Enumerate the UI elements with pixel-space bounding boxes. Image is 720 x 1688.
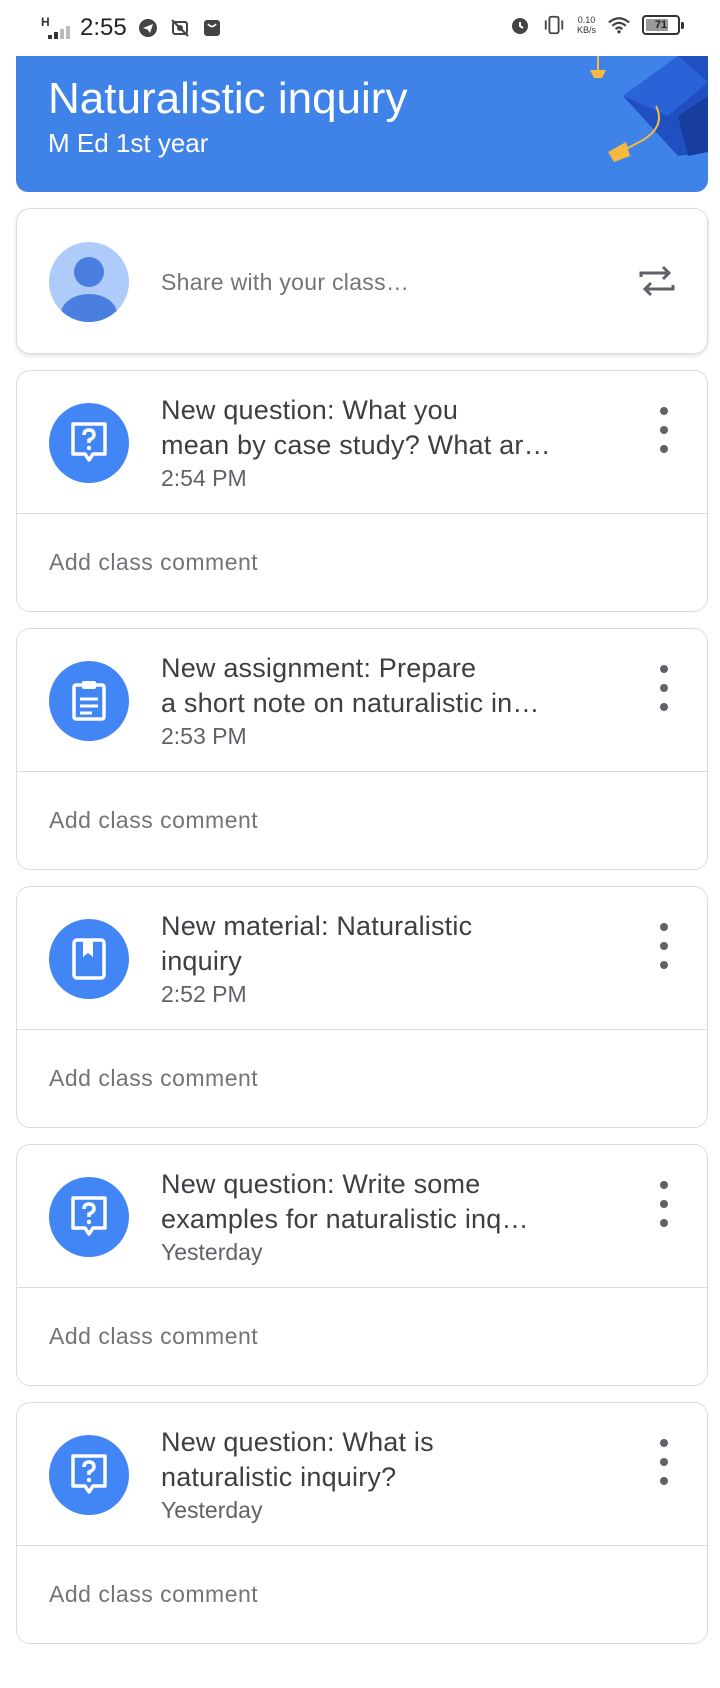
assignment-icon — [49, 661, 129, 741]
telegram-icon — [137, 17, 159, 39]
card-title-line: New assignment: Prepare — [161, 653, 477, 683]
card-title-line: New question: What you — [161, 395, 459, 425]
card-title: New assignment: Prepare a short note on … — [161, 651, 591, 721]
add-comment-button[interactable]: Add class comment — [49, 1323, 258, 1350]
graduation-cap-icon — [590, 56, 708, 162]
stream-card-question[interactable]: New question: What you mean by case stud… — [16, 370, 708, 612]
card-time: 2:54 PM — [161, 465, 247, 491]
divider — [17, 1545, 707, 1546]
speed-unit: KB/s — [576, 25, 596, 35]
network-speed: 0.10 KB/s — [577, 15, 596, 35]
card-title-line: naturalistic inquiry? — [161, 1462, 397, 1492]
add-comment-button[interactable]: Add class comment — [49, 549, 258, 576]
stream-card-question[interactable]: New question: Write some examples for na… — [16, 1144, 708, 1386]
question-icon — [49, 1177, 129, 1257]
more-options-icon[interactable] — [657, 923, 671, 969]
card-title-line: mean by case study? What ar… — [161, 430, 551, 460]
card-title: New question: Write some examples for na… — [161, 1167, 591, 1237]
add-comment-button[interactable]: Add class comment — [49, 807, 258, 834]
shopping-bag-icon — [201, 17, 223, 39]
card-title: New question: What you mean by case stud… — [161, 393, 591, 463]
alarm-icon — [509, 14, 531, 36]
card-title-line: a short note on naturalistic in… — [161, 688, 540, 718]
screenshot-off-icon — [169, 17, 191, 39]
stream-card-material[interactable]: New material: Naturalistic inquiry 2:52 … — [16, 886, 708, 1128]
share-box[interactable]: Share with your class… — [16, 208, 708, 354]
question-icon — [49, 403, 129, 483]
card-title: New question: What is naturalistic inqui… — [161, 1425, 591, 1495]
card-time: 2:52 PM — [161, 981, 247, 1007]
card-title-line: examples for naturalistic inq… — [161, 1204, 529, 1234]
class-title: Naturalistic inquiry — [48, 74, 408, 123]
question-icon — [49, 1435, 129, 1515]
more-options-icon[interactable] — [657, 665, 671, 711]
share-input[interactable]: Share with your class… — [161, 269, 409, 296]
signal-icon: H — [40, 15, 70, 41]
card-time: 2:53 PM — [161, 723, 247, 749]
class-section: M Ed 1st year — [48, 128, 209, 158]
stream-card-assignment[interactable]: New assignment: Prepare a short note on … — [16, 628, 708, 870]
speed-value: 0.10 — [577, 15, 596, 25]
divider — [17, 771, 707, 772]
person-icon — [61, 257, 117, 322]
status-bar: H 2:55 0.10 KB/s 71 — [0, 0, 720, 56]
battery-level: 71 — [654, 19, 668, 31]
status-bar-right: 0.10 KB/s 71 — [509, 14, 684, 36]
battery-icon: 71 — [642, 15, 684, 35]
status-time: 2:55 — [80, 14, 127, 41]
card-title-line: New question: What is — [161, 1427, 434, 1457]
card-title-line: New material: Naturalistic — [161, 911, 473, 941]
card-title-line: inquiry — [161, 946, 242, 976]
add-comment-button[interactable]: Add class comment — [49, 1581, 258, 1608]
card-title-line: New question: Write some — [161, 1169, 481, 1199]
more-options-icon[interactable] — [657, 1439, 671, 1485]
card-time: Yesterday — [161, 1497, 263, 1523]
card-title: New material: Naturalistic inquiry — [161, 909, 591, 979]
more-options-icon[interactable] — [657, 407, 671, 453]
divider — [17, 1287, 707, 1288]
more-options-icon[interactable] — [657, 1181, 671, 1227]
card-time: Yesterday — [161, 1239, 263, 1265]
vibrate-icon — [543, 14, 565, 36]
class-banner[interactable]: Naturalistic inquiry M Ed 1st year — [16, 56, 708, 192]
avatar — [49, 242, 129, 322]
add-comment-button[interactable]: Add class comment — [49, 1065, 258, 1092]
wifi-icon — [608, 14, 630, 36]
material-icon — [49, 919, 129, 999]
repost-icon[interactable] — [635, 259, 679, 303]
divider — [17, 513, 707, 514]
status-bar-left: H 2:55 — [40, 14, 223, 42]
stream-card-question[interactable]: New question: What is naturalistic inqui… — [16, 1402, 708, 1644]
divider — [17, 1029, 707, 1030]
